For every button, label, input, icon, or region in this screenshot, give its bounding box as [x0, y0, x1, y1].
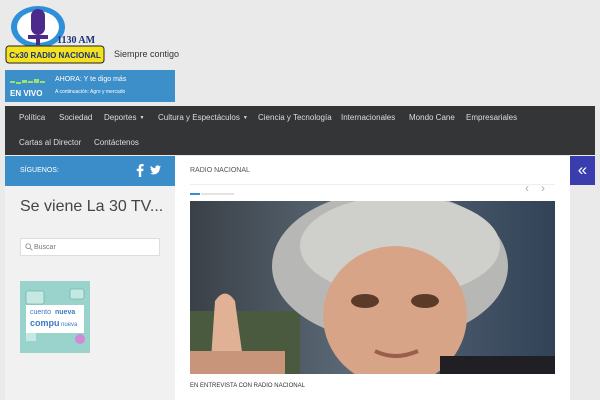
svg-text:nueva: nueva — [55, 309, 75, 316]
main-nav: Política Sociedad Deportes ▼ Cultura y Es… — [5, 106, 595, 155]
live-badge: EN VIVO — [10, 89, 43, 98]
svg-text:nueva: nueva — [61, 322, 78, 328]
divider — [190, 184, 555, 185]
sidebar: SÍGUENOS: Se viene La 30 TV... cuento nu… — [5, 156, 175, 400]
site-tagline: Siempre contigo — [114, 49, 180, 59]
nav-item-sociedad[interactable]: Sociedad — [59, 113, 92, 122]
site-logo[interactable]: 1130 AM Cx30 RADIO NACIONAL — [5, 3, 105, 67]
nav-item-contactenos[interactable]: Contáctenos — [94, 138, 139, 147]
facebook-icon[interactable] — [136, 164, 144, 177]
featured-caption[interactable]: EN ENTREVISTA CON RADIO NACIONAL — [190, 383, 305, 389]
nav-item-deportes[interactable]: Deportes ▼ — [104, 113, 144, 122]
main-content: RADIO NACIONAL ‹ › EN ENTREVISTA CON RAD… — [175, 156, 570, 400]
chevron-right-icon[interactable]: › — [541, 181, 545, 195]
nav-item-internacionales[interactable]: Internacionales — [341, 113, 395, 122]
double-chevron-left-icon[interactable]: « — [570, 156, 595, 185]
svg-text:1130 AM: 1130 AM — [57, 35, 96, 46]
category-label[interactable]: RADIO NACIONAL — [190, 167, 250, 174]
chevron-left-icon[interactable]: ‹ — [525, 181, 529, 195]
sidebar-title[interactable]: Se viene La 30 TV... — [20, 198, 163, 216]
equalizer-icon — [10, 79, 45, 84]
follow-bar: SÍGUENOS: — [5, 156, 175, 186]
nav-item-cartas[interactable]: Cartas al Director — [19, 138, 81, 147]
nav-item-cultura[interactable]: Cultura y Espectáculos ▼ — [158, 113, 248, 122]
live-now-playing[interactable]: EN VIVO AHORA: Y te digo más A continuac… — [5, 70, 175, 102]
search-icon — [25, 243, 33, 251]
chevron-down-icon: ▼ — [139, 114, 145, 121]
nav-item-mondo-cane[interactable]: Mondo Cane — [409, 113, 455, 122]
search-input[interactable] — [34, 239, 154, 255]
nav-item-politica[interactable]: Política — [19, 113, 45, 122]
cuento-nueva-compu-nueva-banner[interactable]: cuento nueva compu nueva — [20, 281, 90, 353]
nav-item-empresariales[interactable]: Empresariales — [466, 113, 517, 122]
now-playing-text: AHORA: Y te digo más — [55, 76, 127, 83]
chevron-down-icon: ▼ — [242, 114, 248, 121]
twitter-icon[interactable] — [150, 165, 161, 175]
nav-item-ciencia[interactable]: Ciencia y Tecnología — [258, 113, 332, 122]
next-show-text: A continuación: Agro y mercado — [55, 89, 126, 95]
svg-text:compu: compu — [30, 318, 60, 328]
slider-indicator-active[interactable] — [190, 193, 200, 195]
follow-label: SÍGUENOS: — [20, 167, 59, 174]
svg-text:cuento: cuento — [30, 309, 51, 316]
search-box[interactable] — [20, 238, 160, 256]
svg-text:Cx30 RADIO NACIONAL: Cx30 RADIO NACIONAL — [9, 51, 101, 60]
featured-image[interactable] — [190, 201, 555, 374]
slider-indicator[interactable] — [201, 193, 234, 195]
